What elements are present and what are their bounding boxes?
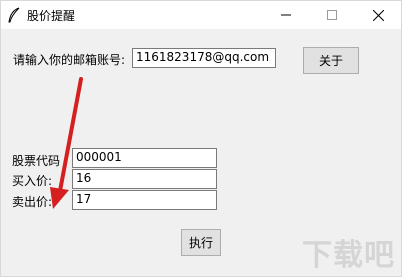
maximize-button[interactable]: [309, 1, 355, 29]
email-label: 请输入你的邮箱账号:: [13, 53, 126, 67]
minimize-button[interactable]: [263, 1, 309, 29]
email-field[interactable]: 1161823178@qq.com: [132, 48, 276, 68]
feather-icon: [8, 7, 20, 23]
maximize-icon: [327, 10, 337, 20]
sell-price-label: 卖出价:: [12, 195, 53, 209]
minimize-icon: [281, 14, 291, 16]
close-icon: [372, 9, 384, 21]
buy-price-field[interactable]: 16: [72, 169, 217, 189]
app-window: 股价提醒 请输入你的邮箱账号: 1161823178@qq.com 关于 股票代…: [0, 0, 402, 277]
sell-price-field[interactable]: 17: [72, 190, 217, 210]
execute-button[interactable]: 执行: [181, 229, 221, 256]
close-button[interactable]: [355, 1, 401, 29]
stock-code-field[interactable]: 000001: [72, 148, 217, 168]
window-title: 股价提醒: [27, 9, 76, 23]
title-bar: 股价提醒: [1, 1, 401, 29]
stock-code-label: 股票代码: [12, 154, 61, 168]
about-button[interactable]: 关于: [303, 47, 359, 74]
watermark-logo: 下载吧: [302, 238, 395, 273]
buy-price-label: 买入价:: [12, 174, 53, 188]
